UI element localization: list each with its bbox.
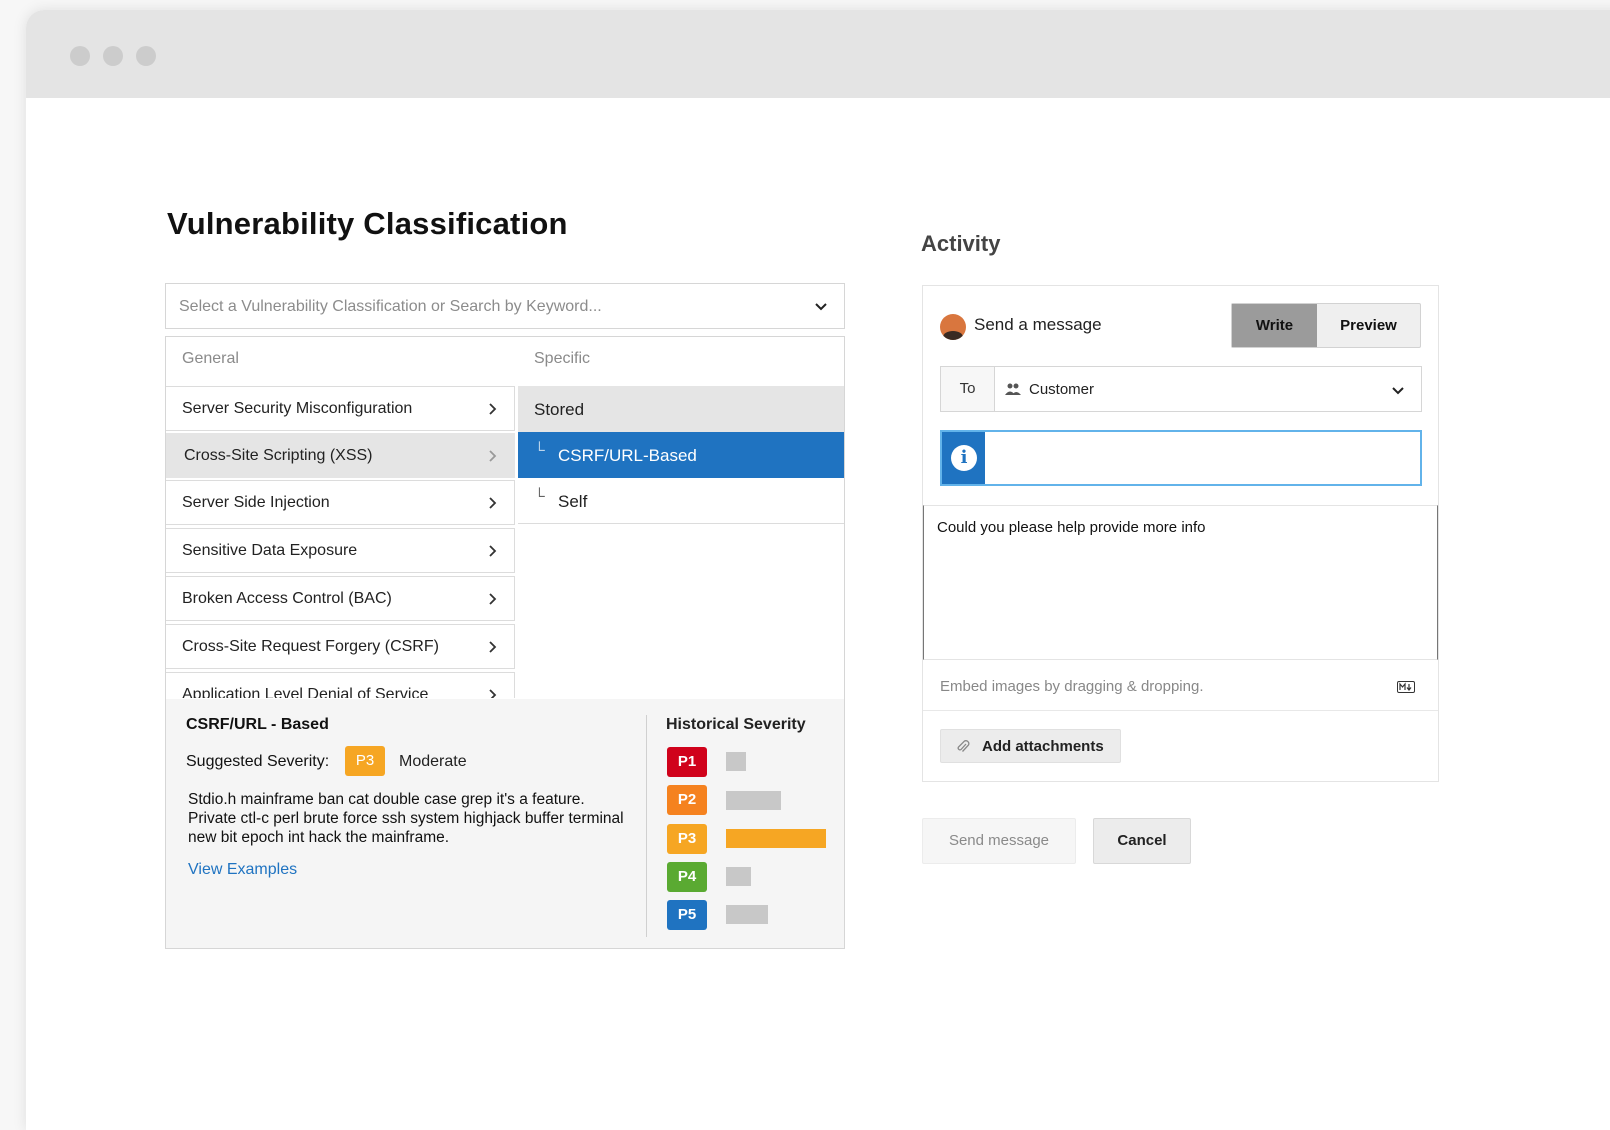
tab-preview[interactable]: Preview [1317, 304, 1420, 347]
send-message-title: Send a message [974, 315, 1102, 334]
detail-description: Stdio.h mainframe ban cat double case gr… [188, 791, 624, 846]
historical-severity-title: Historical Severity [666, 716, 806, 733]
activity-title: Activity [921, 231, 1001, 256]
general-item-label: Cross-Site Request Forgery (CSRF) [182, 638, 439, 655]
info-icon: i [951, 445, 977, 471]
chevron-right-icon [489, 403, 497, 415]
tab-write[interactable]: Write [1232, 304, 1317, 347]
general-item-label: Server Security Misconfiguration [182, 400, 413, 417]
window-close-dot[interactable] [70, 46, 90, 66]
specific-item-self[interactable]: └ Self [518, 478, 844, 524]
general-list[interactable]: Server Security Misconfiguration Cross-S… [166, 386, 517, 698]
avatar [940, 314, 966, 340]
markdown-icon[interactable] [1397, 681, 1415, 693]
classification-search-select[interactable]: Select a Vulnerability Classification or… [165, 283, 845, 329]
severity-bar-p4 [726, 867, 751, 886]
chevron-right-icon [489, 450, 497, 462]
to-label: To [941, 367, 995, 411]
general-item-label: Server Side Injection [182, 494, 330, 511]
info-input[interactable]: i [940, 430, 1422, 486]
specific-item-label: Stored [534, 400, 585, 419]
detail-name: CSRF/URL - Based [186, 716, 329, 733]
search-placeholder: Select a Vulnerability Classification or… [179, 298, 602, 315]
classification-title: Vulnerability Classification [167, 206, 568, 241]
tree-branch-icon: └ [534, 442, 545, 459]
classification-detail-panel: CSRF/URL - Based Suggested Severity: P3 … [166, 699, 844, 948]
general-item-label: Sensitive Data Exposure [182, 542, 358, 559]
send-message-button[interactable]: Send message [922, 818, 1076, 864]
embed-hint: Embed images by dragging & dropping. [940, 678, 1204, 695]
add-attachments-label: Add attachments [982, 738, 1104, 755]
classification-picker: General Specific Server Security Misconf… [165, 336, 845, 949]
general-item-label: Cross-Site Scripting (XSS) [184, 447, 373, 464]
general-item-label: Application Level Denial of Service [182, 686, 429, 698]
severity-bar-p5 [726, 905, 768, 924]
attachment-divider [923, 710, 1438, 711]
paperclip-icon [957, 740, 970, 752]
general-item-server-security-misconfiguration[interactable]: Server Security Misconfiguration [166, 386, 515, 431]
severity-badge-p4: P4 [667, 862, 707, 892]
specific-item-label: CSRF/URL-Based [558, 446, 697, 465]
suggested-severity-word: Moderate [399, 753, 467, 770]
general-item-csrf[interactable]: Cross-Site Request Forgery (CSRF) [166, 624, 515, 669]
chevron-right-icon [489, 545, 497, 557]
severity-badge-p2: P2 [667, 785, 707, 815]
info-block: i [942, 432, 985, 484]
window-minimize-dot[interactable] [103, 46, 123, 66]
write-preview-toggle: Write Preview [1231, 303, 1421, 348]
chevron-right-icon [489, 689, 497, 698]
specific-column-header: Specific [534, 350, 591, 367]
window-maximize-dot[interactable] [136, 46, 156, 66]
severity-badge-p1: P1 [667, 747, 707, 777]
message-textarea[interactable]: Could you please help provide more info [923, 505, 1438, 660]
severity-bar-p3 [726, 829, 826, 848]
chevron-right-icon [489, 497, 497, 509]
recipient-value: Customer [1029, 381, 1095, 398]
chevron-down-icon [1392, 387, 1404, 395]
add-attachments-button[interactable]: Add attachments [940, 729, 1121, 763]
general-column-header: General [182, 350, 239, 367]
severity-bar-p2 [726, 791, 781, 810]
severity-badge-p5: P5 [667, 900, 707, 930]
suggested-severity-badge: P3 [345, 746, 385, 776]
recipient-select[interactable]: To Customer [940, 366, 1422, 412]
specific-item-csrf-url-based[interactable]: └ CSRF/URL-Based [518, 432, 844, 478]
severity-bar-p1 [726, 752, 746, 771]
chevron-right-icon [489, 593, 497, 605]
activity-composer: Send a message Write Preview To Customer… [922, 285, 1439, 782]
general-item-server-side-injection[interactable]: Server Side Injection [166, 480, 515, 525]
view-examples-link[interactable]: View Examples [188, 861, 297, 879]
cancel-button[interactable]: Cancel [1093, 818, 1191, 864]
suggested-severity-label: Suggested Severity: [186, 753, 330, 770]
general-item-sensitive-data-exposure[interactable]: Sensitive Data Exposure [166, 528, 515, 573]
tree-branch-icon: └ [534, 488, 545, 505]
general-item-application-level-dos[interactable]: Application Level Denial of Service [166, 672, 515, 698]
general-item-cross-site-scripting[interactable]: Cross-Site Scripting (XSS) [166, 433, 515, 478]
general-item-label: Broken Access Control (BAC) [182, 590, 392, 607]
chevron-right-icon [489, 641, 497, 653]
window-titlebar [26, 10, 1610, 98]
general-item-broken-access-control[interactable]: Broken Access Control (BAC) [166, 576, 515, 621]
people-icon [1005, 383, 1021, 395]
browser-window: Vulnerability Classification Select a Vu… [26, 10, 1610, 1130]
severity-badge-p3: P3 [667, 824, 707, 854]
chevron-down-icon [815, 303, 827, 311]
specific-item-stored[interactable]: Stored [518, 386, 844, 432]
detail-divider [646, 715, 647, 937]
specific-item-label: Self [558, 492, 588, 511]
